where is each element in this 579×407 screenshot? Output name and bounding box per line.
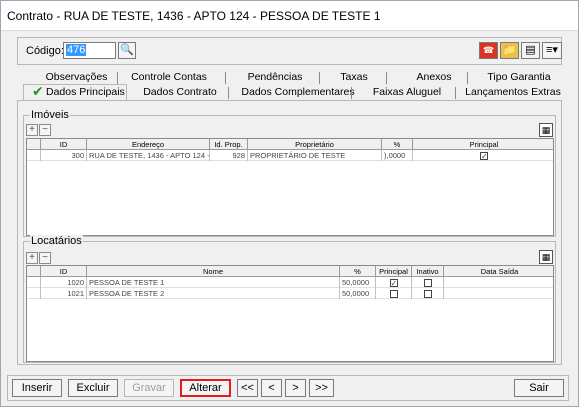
code-value: 476 bbox=[66, 44, 87, 56]
imoveis-label: Imóveis bbox=[30, 109, 70, 121]
next-record-button[interactable]: > bbox=[285, 379, 306, 397]
inserir-button[interactable]: Inserir bbox=[12, 379, 62, 397]
imoveis-group: Imóveis + − ▦ ID Endereço Id. Prop. Prop… bbox=[23, 109, 556, 237]
table-row[interactable]: 300 RUA DE TESTE, 1436 - APTO 124 - J 92… bbox=[27, 150, 553, 161]
grid-export-icon[interactable]: ▦ bbox=[539, 250, 553, 264]
principal-checkbox[interactable]: ✓ bbox=[389, 278, 398, 287]
locatarios-grid: ID Nome % Principal Inativo Data Saída 1… bbox=[26, 265, 554, 362]
tab-dados-principais-label: Dados Principais bbox=[46, 86, 125, 98]
tab-separator bbox=[319, 72, 320, 84]
inativo-checkbox[interactable] bbox=[423, 278, 432, 287]
remove-locatario-button[interactable]: − bbox=[39, 252, 51, 264]
code-panel: Código: 476 🔍 ☎ 📁 ▤ ≡▾ bbox=[17, 37, 562, 65]
tab-content: Imóveis + − ▦ ID Endereço Id. Prop. Prop… bbox=[17, 100, 562, 365]
locatarios-grid-header: ID Nome % Principal Inativo Data Saída bbox=[27, 266, 553, 277]
folder-icon[interactable]: 📁 bbox=[500, 42, 519, 59]
tab-tipo-garantia[interactable]: Tipo Garantia bbox=[469, 71, 569, 85]
cell-inativo bbox=[412, 277, 444, 288]
window-icon[interactable]: ▤ bbox=[521, 42, 540, 59]
column-header[interactable]: Data Saída bbox=[444, 266, 553, 277]
table-row[interactable]: 1021 PESSOA DE TESTE 2 50,0000 bbox=[27, 288, 553, 299]
cell-id: 300 bbox=[41, 150, 87, 161]
tab-controle-contas[interactable]: Controle Contas bbox=[119, 71, 219, 85]
cell-nome: PESSOA DE TESTE 2 bbox=[87, 288, 340, 299]
tab-dados-principais[interactable]: ✔ Dados Principais bbox=[23, 83, 127, 100]
column-header[interactable]: Id. Prop. bbox=[210, 139, 248, 150]
tab-taxas[interactable]: Taxas bbox=[321, 71, 387, 85]
cell-pct: 50,0000 bbox=[340, 277, 376, 288]
tab-faixas-aluguel[interactable]: Faixas Aluguel bbox=[351, 86, 463, 100]
add-imovel-button[interactable]: + bbox=[26, 124, 38, 136]
tab-dados-contrato[interactable]: Dados Contrato bbox=[127, 86, 233, 100]
tab-separator bbox=[386, 72, 387, 84]
column-header[interactable]: ID bbox=[41, 266, 87, 277]
first-record-button[interactable]: << bbox=[237, 379, 258, 397]
cell-id-prop: 928 bbox=[210, 150, 248, 161]
cell-id: 1020 bbox=[41, 277, 87, 288]
inativo-checkbox[interactable] bbox=[423, 289, 432, 298]
tab-lancamentos-extras[interactable]: Lançamentos Extras bbox=[457, 86, 569, 100]
tab-separator bbox=[467, 72, 468, 84]
column-header[interactable]: Inativo bbox=[412, 266, 444, 277]
cell-nome: PESSOA DE TESTE 1 bbox=[87, 277, 340, 288]
check-icon: ✔ bbox=[32, 83, 44, 99]
cell-principal bbox=[376, 288, 412, 299]
code-input[interactable]: 476 bbox=[63, 42, 116, 59]
tab-separator bbox=[455, 87, 456, 99]
excluir-button[interactable]: Excluir bbox=[68, 379, 118, 397]
column-header[interactable]: Endereço bbox=[87, 139, 210, 150]
sair-button[interactable]: Sair bbox=[514, 379, 564, 397]
cell-id: 1021 bbox=[41, 288, 87, 299]
column-header[interactable]: % bbox=[382, 139, 413, 150]
add-locatario-button[interactable]: + bbox=[26, 252, 38, 264]
tab-dados-complementares[interactable]: Dados Complementares bbox=[229, 86, 367, 100]
column-header[interactable]: Principal bbox=[413, 139, 553, 150]
window-title: Contrato - RUA DE TESTE, 1436 - APTO 124… bbox=[1, 1, 578, 31]
contract-window: Contrato - RUA DE TESTE, 1436 - APTO 124… bbox=[0, 0, 579, 407]
principal-checkbox[interactable]: ✓ bbox=[480, 151, 488, 160]
cell-principal: ✓ bbox=[376, 277, 412, 288]
cell-data-saida bbox=[444, 288, 553, 299]
cell-inativo bbox=[412, 288, 444, 299]
cell-pct: 50,0000 bbox=[340, 288, 376, 299]
principal-checkbox[interactable] bbox=[389, 289, 398, 298]
table-row[interactable]: 1020 PESSOA DE TESTE 1 50,0000 ✓ bbox=[27, 277, 553, 288]
column-header[interactable]: Nome bbox=[87, 266, 340, 277]
phone-icon[interactable]: ☎ bbox=[479, 42, 498, 59]
imoveis-grid-header: ID Endereço Id. Prop. Proprietário % Pri… bbox=[27, 139, 553, 150]
tab-pendencias[interactable]: Pendências bbox=[227, 71, 323, 85]
last-record-button[interactable]: >> bbox=[309, 379, 334, 397]
gravar-button[interactable]: Gravar bbox=[124, 379, 174, 397]
alterar-button[interactable]: Alterar bbox=[180, 379, 231, 397]
prev-record-button[interactable]: < bbox=[261, 379, 282, 397]
tab-separator bbox=[117, 72, 118, 84]
cell-proprietario: PROPRIETÁRIO DE TESTE bbox=[248, 150, 382, 161]
cell-data-saida bbox=[444, 277, 553, 288]
column-header[interactable]: % bbox=[340, 266, 376, 277]
column-header[interactable]: Proprietário bbox=[248, 139, 382, 150]
locatarios-label: Locatários bbox=[30, 235, 83, 247]
grid-export-icon[interactable]: ▦ bbox=[539, 123, 553, 137]
layers-dropdown-icon[interactable]: ≡▾ bbox=[542, 42, 562, 59]
column-header[interactable]: Principal bbox=[376, 266, 412, 277]
imoveis-grid: ID Endereço Id. Prop. Proprietário % Pri… bbox=[26, 138, 554, 236]
locatarios-group: Locatários + − ▦ ID Nome % Principal Ina… bbox=[23, 235, 556, 363]
cell-pct: ),0000 bbox=[382, 150, 413, 161]
cell-endereco: RUA DE TESTE, 1436 - APTO 124 - J bbox=[89, 150, 210, 161]
code-label: Código: bbox=[26, 45, 64, 57]
remove-imovel-button[interactable]: − bbox=[39, 124, 51, 136]
column-header[interactable]: ID bbox=[41, 139, 87, 150]
cell-principal: ✓ bbox=[413, 150, 553, 161]
binoculars-icon[interactable]: 🔍 bbox=[118, 42, 136, 59]
tab-separator bbox=[225, 72, 226, 84]
